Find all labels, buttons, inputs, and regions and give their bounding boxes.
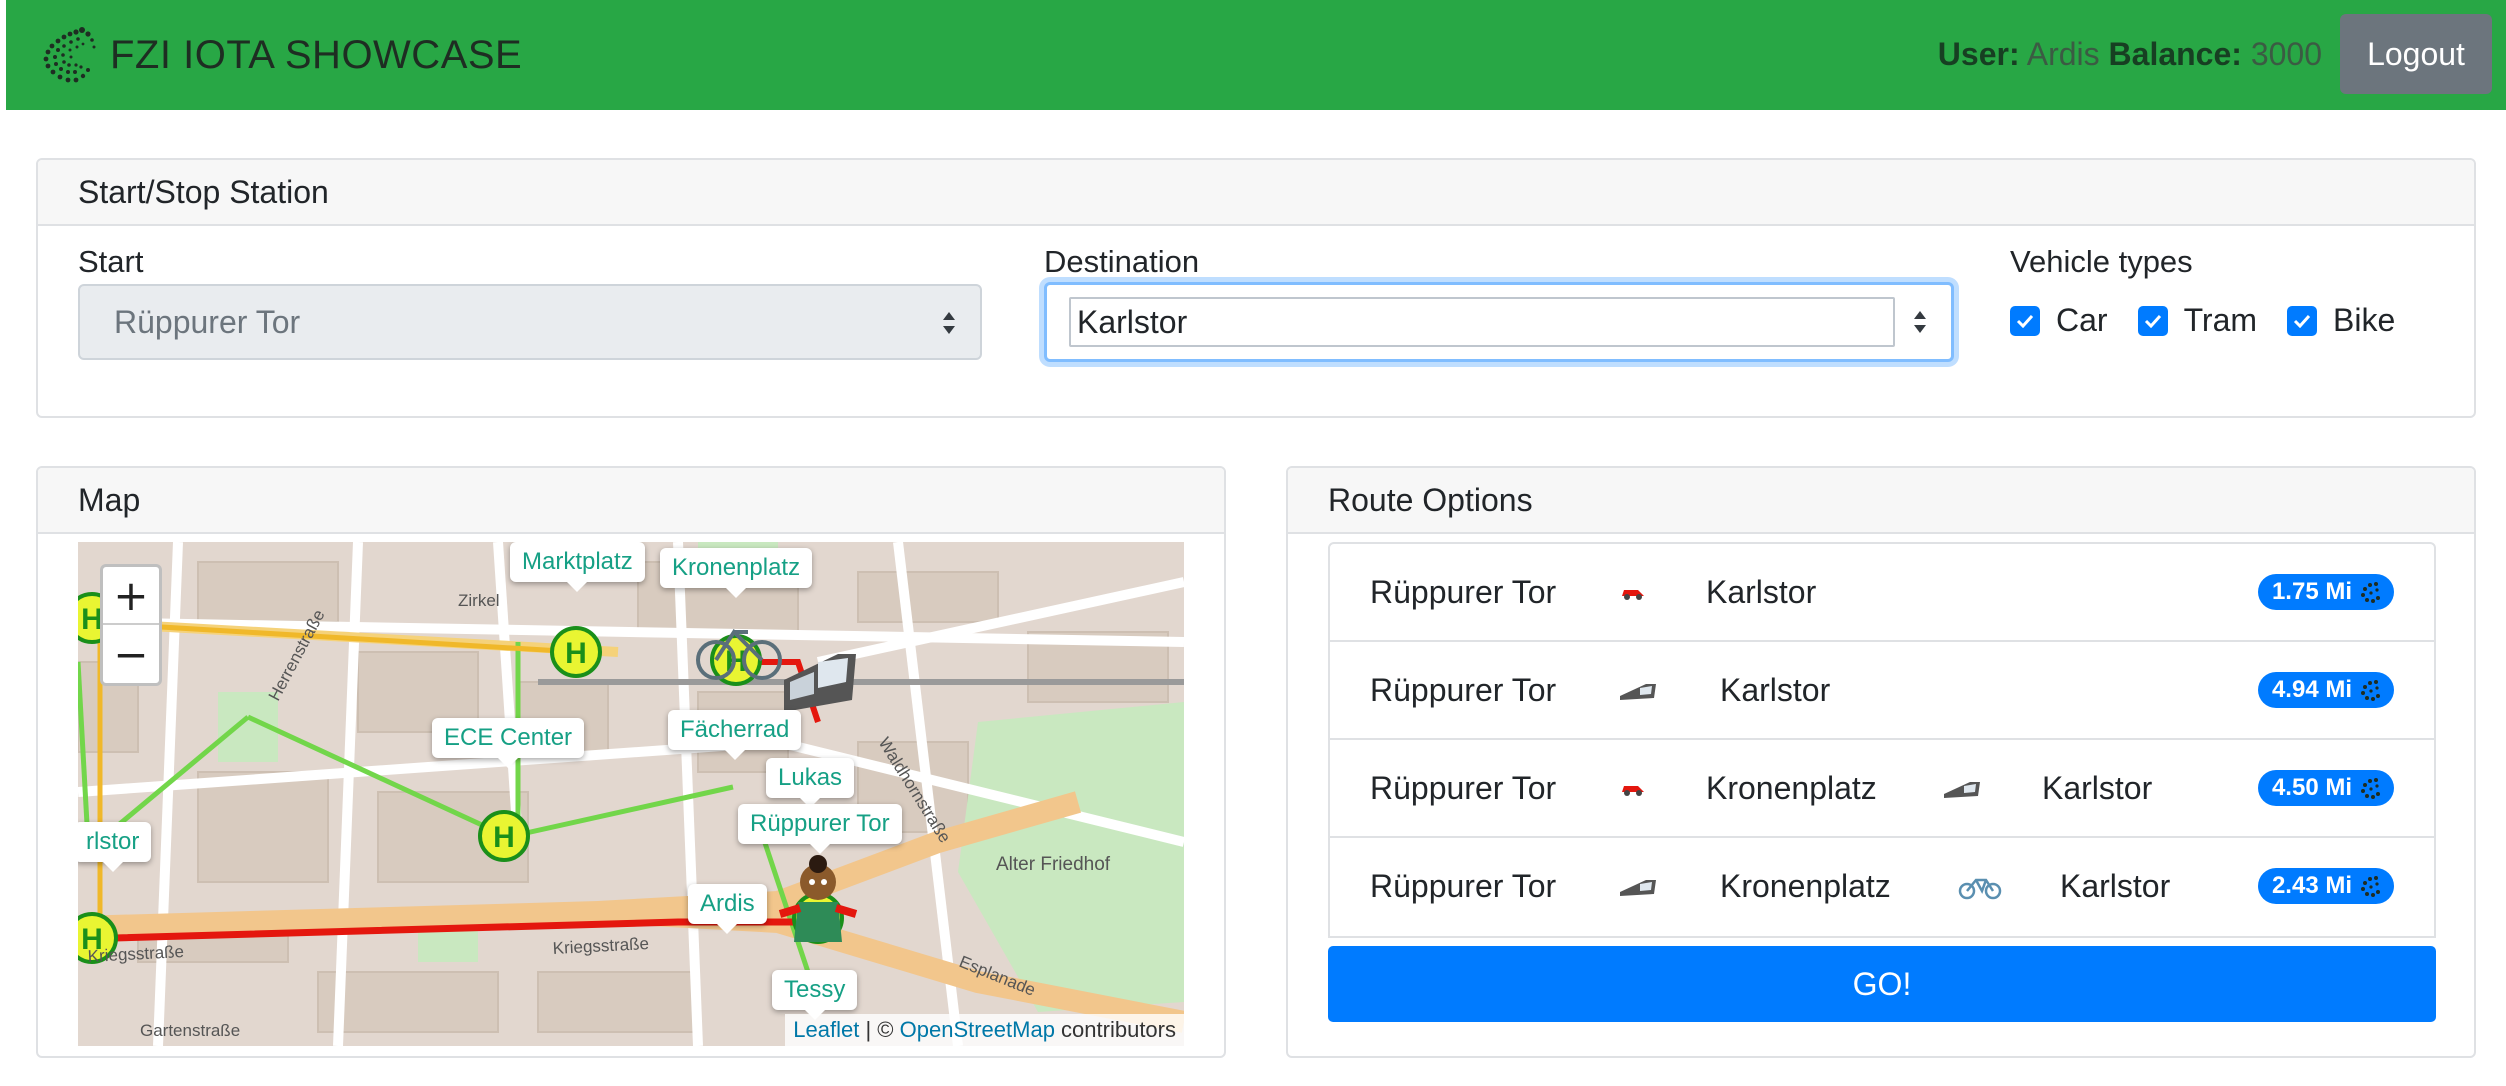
user-info: User: Ardis Balance: 3000	[1938, 36, 2322, 73]
vehicle-bike-label: Bike	[2333, 302, 2396, 338]
start-select[interactable]: Rüppurer Tor	[78, 284, 982, 360]
route-price-badge: 4.94 Mi	[2257, 672, 2394, 708]
vehicle-types-label: Vehicle types	[2010, 244, 2193, 279]
openstreetmap-link[interactable]: OpenStreetMap	[900, 1017, 1055, 1042]
route-option[interactable]: Rüppurer Tor Kronenplatz Karlstor 2.43 M…	[1330, 838, 2434, 936]
map-card-header: Map	[38, 468, 1224, 534]
user-name: Ardis	[2026, 35, 2100, 72]
street-label-gartenstrasse: Gartenstraße	[140, 1021, 240, 1040]
map-zoom-control: + −	[100, 564, 162, 686]
map-label-ece-center[interactable]: ECE Center	[432, 718, 585, 768]
balance-label: Balance:	[2108, 35, 2242, 72]
user-label: User:	[1937, 35, 2020, 72]
tram-icon	[1620, 880, 1656, 896]
zoom-in-button[interactable]: +	[103, 567, 159, 625]
route-option[interactable]: Rüppurer Tor Karlstor 4.94 Mi	[1330, 642, 2434, 740]
car-icon	[1622, 786, 1644, 796]
zoom-out-button[interactable]: −	[103, 625, 159, 683]
map-tiles: H HH HH Zirkel Herrenstraße Kriegsstraße…	[78, 542, 1184, 1046]
bike-icon	[1958, 878, 2002, 900]
route-list: Rüppurer Tor Karlstor 1.75 Mi Rüppurer T…	[1328, 542, 2436, 938]
vehicle-car-checkbox[interactable]: Car	[2010, 302, 2108, 339]
brand[interactable]: FZI IOTA SHOWCASE	[36, 22, 522, 88]
iota-icon	[2361, 680, 2380, 701]
route-price-badge: 4.50 Mi	[2257, 770, 2394, 806]
iota-icon	[2361, 876, 2380, 897]
route-to: Karlstor	[2060, 868, 2171, 904]
route-price: 1.75 Mi	[2271, 578, 2352, 605]
map-card: Map H H H H H Zirkel Herrenstraße Kriegs…	[36, 466, 1226, 1058]
map-label-lukas[interactable]: Lukas	[766, 758, 855, 808]
route-mid: Kronenplatz	[1706, 770, 1877, 806]
car-icon	[1622, 590, 1644, 600]
destination-select[interactable]: Karlstor	[1044, 282, 1954, 362]
route-options-card: Route Options Rüppurer Tor Karlstor 1.75…	[1286, 466, 2476, 1058]
map-label-kronenplatz[interactable]: Kronenplatz	[660, 548, 813, 598]
destination-select-value: Karlstor	[1077, 303, 1188, 340]
vehicle-tram-checkbox[interactable]: Tram	[2137, 302, 2258, 339]
select-arrows-icon	[1914, 311, 1926, 333]
route-from: Rüppurer Tor	[1370, 672, 1557, 708]
street-label-zirkel: Zirkel	[458, 591, 500, 610]
destination-label: Destination	[1044, 244, 1200, 279]
iota-icon	[2361, 582, 2380, 603]
map-label-karlstor[interactable]: rlstor	[78, 822, 152, 872]
check-icon	[2287, 305, 2318, 336]
route-from: Rüppurer Tor	[1370, 770, 1557, 806]
balance-value: 3000	[2250, 35, 2322, 72]
svg-text:H: H	[493, 821, 515, 854]
route-to: Karlstor	[2042, 770, 2153, 806]
route-price-badge: 2.43 Mi	[2257, 868, 2394, 904]
route-from: Rüppurer Tor	[1370, 868, 1557, 904]
map-attribution: Leaflet | © OpenStreetMap contributors	[785, 1014, 1184, 1046]
leaflet-link[interactable]: Leaflet	[793, 1017, 859, 1042]
route-to: Karlstor	[1706, 574, 1817, 610]
start-label: Start	[78, 244, 144, 279]
vehicle-tram-label: Tram	[2183, 302, 2258, 338]
route-price-badge: 1.75 Mi	[2257, 574, 2394, 610]
check-icon	[2137, 305, 2168, 336]
route-option[interactable]: Rüppurer Tor Kronenplatz Karlstor 4.50 M…	[1330, 740, 2434, 838]
route-to: Karlstor	[1720, 672, 1831, 708]
select-arrows-icon	[943, 312, 955, 334]
route-option[interactable]: Rüppurer Tor Karlstor 1.75 Mi	[1330, 544, 2434, 642]
route-from: Rüppurer Tor	[1370, 574, 1557, 610]
route-price: 2.43 Mi	[2271, 872, 2352, 899]
map-label-faecherrad[interactable]: Fächerrad	[668, 710, 802, 760]
check-icon	[2010, 305, 2040, 336]
tram-icon	[1620, 684, 1656, 700]
station-card: Start/Stop Station Start Rüppurer Tor De…	[36, 158, 2476, 418]
attribution-tail: contributors	[1054, 1017, 1176, 1042]
iota-logo-icon	[43, 27, 96, 83]
street-label-alter-friedhof: Alter Friedhof	[996, 854, 1111, 875]
map-label-ardis[interactable]: Ardis	[688, 884, 767, 934]
svg-text:H: H	[565, 637, 587, 670]
map-label-rueppurer-tor[interactable]: Rüppurer Tor	[738, 804, 902, 854]
route-price: 4.94 Mi	[2271, 676, 2352, 703]
map-view[interactable]: HHH HH Zirkel Herrenstraße Kriegsstraße …	[78, 542, 1184, 1046]
map-label-marktplatz[interactable]: Marktplatz	[510, 542, 645, 592]
start-select-value: Rüppurer Tor	[114, 303, 301, 340]
iota-icon	[2361, 778, 2380, 799]
route-mid: Kronenplatz	[1720, 868, 1891, 904]
brand-title: FZI IOTA SHOWCASE	[110, 32, 523, 77]
attribution-separator: | ©	[859, 1017, 900, 1042]
logout-button[interactable]: Logout	[2340, 14, 2492, 94]
map-label-tessy[interactable]: Tessy	[772, 970, 858, 1020]
route-price: 4.50 Mi	[2271, 774, 2352, 801]
go-button[interactable]: GO!	[1328, 946, 2436, 1022]
route-options-header: Route Options	[1288, 468, 2474, 534]
top-navbar: FZI IOTA SHOWCASE User: Ardis Balance: 3…	[6, 0, 2506, 110]
vehicle-bike-checkbox[interactable]: Bike	[2287, 302, 2395, 339]
station-card-header: Start/Stop Station	[38, 160, 2474, 226]
vehicle-car-label: Car	[2056, 302, 2108, 338]
tram-icon	[1944, 782, 1980, 798]
